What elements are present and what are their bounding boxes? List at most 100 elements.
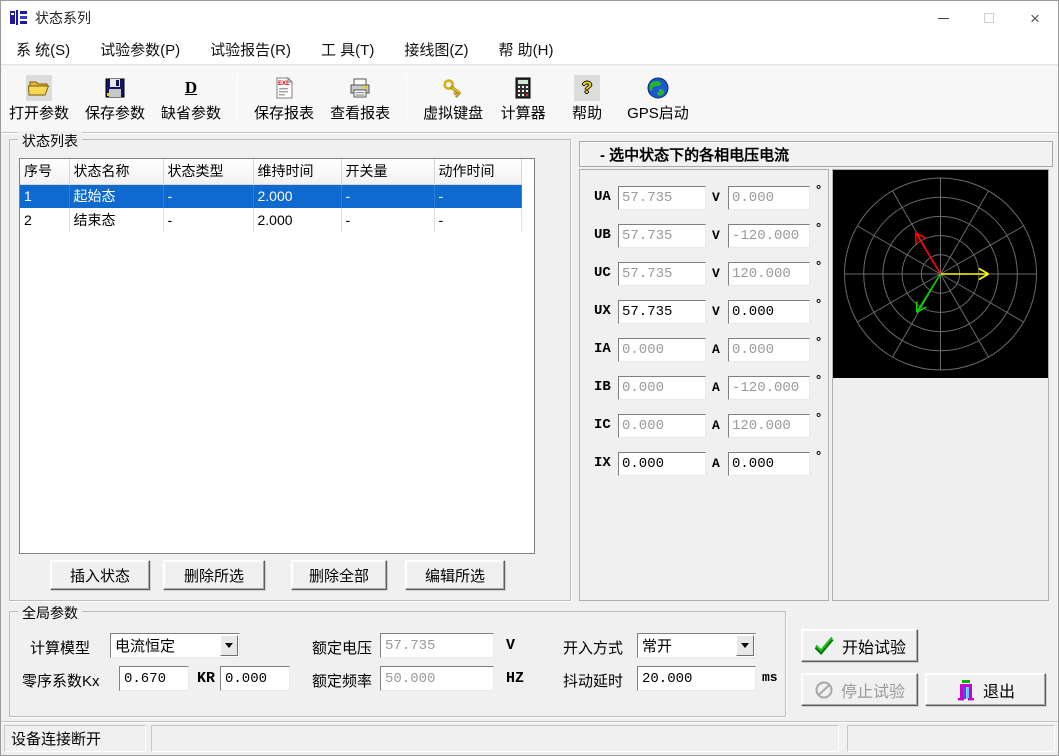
cell: - [163, 208, 253, 232]
menu-help[interactable]: 帮 助(H) [483, 35, 568, 64]
check-icon [813, 636, 835, 656]
menu-system[interactable]: 系 统(S) [1, 35, 85, 64]
input-mode-value: 常开 [638, 635, 736, 656]
uc-angle-input [728, 262, 810, 286]
toolbar-label: 保存报表 [254, 102, 314, 123]
gps-start-button[interactable]: GPS启动 [619, 73, 697, 125]
calculator-button[interactable]: 计算器 [491, 73, 555, 125]
input-mode-combobox[interactable]: 常开 [637, 633, 756, 658]
exit-button[interactable]: 退出 [925, 673, 1046, 706]
col-header[interactable]: 状态类型 [163, 159, 253, 184]
degree-symbol: ° [816, 258, 821, 273]
cell: 结束态 [69, 208, 163, 232]
phasor-display [833, 170, 1048, 378]
field-row-ux: UX V ° [580, 300, 828, 324]
ux-angle-input[interactable] [728, 300, 810, 324]
start-test-button[interactable]: 开始试验 [801, 629, 918, 662]
col-header[interactable]: 维持时间 [253, 159, 341, 184]
degree-symbol: ° [816, 372, 821, 387]
open-params-button[interactable]: 打开参数 [1, 73, 77, 125]
delete-selected-button[interactable]: 删除所选 [163, 560, 265, 590]
cell: - [341, 184, 434, 208]
menu-test-params[interactable]: 试验参数(P) [85, 35, 195, 64]
globe-icon [645, 75, 671, 101]
field-row-ic: IC A ° [580, 414, 828, 438]
default-params-button[interactable]: D 缺省参数 [153, 73, 229, 125]
col-header[interactable]: 状态名称 [69, 159, 163, 184]
rated-voltage-input [380, 633, 494, 658]
table-row[interactable]: 1 起始态 - 2.000 - - [20, 184, 521, 208]
degree-symbol: ° [816, 296, 821, 311]
toolbar-label: 保存参数 [85, 102, 145, 123]
toolbar-separator [406, 75, 407, 123]
chevron-down-icon[interactable] [220, 635, 238, 656]
chevron-down-icon[interactable] [736, 635, 754, 656]
stop-icon [814, 680, 834, 700]
ic-angle-input [728, 414, 810, 438]
menu-tools[interactable]: 工 具(T) [306, 35, 389, 64]
calculator-icon [510, 75, 536, 101]
rated-voltage-unit: V [506, 637, 515, 654]
help-button[interactable]: ? 帮助 [555, 73, 619, 125]
degree-symbol: ° [816, 220, 821, 235]
rated-freq-input [380, 666, 494, 691]
cell: - [434, 208, 521, 232]
jitter-delay-input[interactable] [637, 666, 756, 691]
toolbar-label: 计算器 [501, 102, 546, 123]
menu-test-report[interactable]: 试验报告(R) [195, 35, 306, 64]
field-unit: A [712, 342, 720, 357]
help-icon: ? [574, 75, 600, 101]
cell: 2 [20, 208, 69, 232]
degree-symbol: ° [816, 334, 821, 349]
table-row[interactable]: 2 结束态 - 2.000 - - [20, 208, 521, 232]
toolbar-label: 帮助 [572, 102, 602, 123]
menu-wiring-diagram[interactable]: 接线图(Z) [389, 35, 483, 64]
ua-value-input [618, 186, 706, 210]
ua-angle-input [728, 186, 810, 210]
maximize-icon [984, 13, 994, 23]
insert-state-button[interactable]: 插入状态 [50, 560, 150, 590]
stop-test-button: 停止试验 [801, 673, 918, 706]
view-report-button[interactable]: 查看报表 [322, 73, 398, 125]
toolbar-label: 虚拟键盘 [423, 102, 483, 123]
cell: 1 [20, 184, 69, 208]
virtual-keyboard-button[interactable]: 虚拟键盘 [415, 73, 491, 125]
zero-seq-label: 零序系数Kx [22, 670, 100, 691]
calc-model-combobox[interactable]: 电流恒定 [110, 633, 240, 658]
field-label: UC [594, 265, 611, 281]
field-label: UX [594, 303, 611, 319]
zero-seq-input[interactable] [119, 666, 189, 691]
state-table[interactable]: 序号 状态名称 状态类型 维持时间 开关量 动作时间 1 起始态 - 2.000 [19, 158, 535, 554]
kr-input[interactable] [220, 666, 290, 691]
edit-selected-button[interactable]: 编辑所选 [405, 560, 505, 590]
delete-all-button[interactable]: 删除全部 [291, 560, 387, 590]
ix-value-input[interactable] [618, 452, 706, 476]
ux-value-input[interactable] [618, 300, 706, 324]
save-params-button[interactable]: 保存参数 [77, 73, 153, 125]
toolbar-divider [1, 132, 1058, 134]
cell: 起始态 [69, 184, 163, 208]
state-list-group-title: 状态列表 [18, 131, 82, 151]
close-button[interactable]: × [1012, 1, 1058, 35]
col-header[interactable]: 动作时间 [434, 159, 521, 184]
rated-freq-label: 额定频率 [312, 670, 372, 691]
state-list-group: 状态列表 序号 状态名称 状态类型 维持时间 开关量 动作时间 [9, 139, 571, 601]
field-label: UB [594, 227, 611, 243]
svg-text:EXL: EXL [278, 81, 290, 87]
input-mode-label: 开入方式 [563, 637, 623, 658]
app-icon [9, 8, 29, 28]
calc-model-label: 计算模型 [30, 637, 90, 658]
maximize-button [966, 1, 1012, 35]
save-report-button[interactable]: EXL 保存报表 [246, 73, 322, 125]
field-row-ib: IB A ° [580, 376, 828, 400]
phasor-panel [832, 169, 1049, 601]
field-row-ix: IX A ° [580, 452, 828, 476]
minimize-button[interactable] [920, 1, 966, 35]
ix-angle-input[interactable] [728, 452, 810, 476]
col-header[interactable]: 开关量 [341, 159, 434, 184]
field-unit: A [712, 418, 720, 433]
window-title: 状态系列 [35, 8, 91, 28]
field-unit: V [712, 190, 720, 205]
phasor-plot [833, 170, 1048, 378]
col-header[interactable]: 序号 [20, 159, 69, 184]
